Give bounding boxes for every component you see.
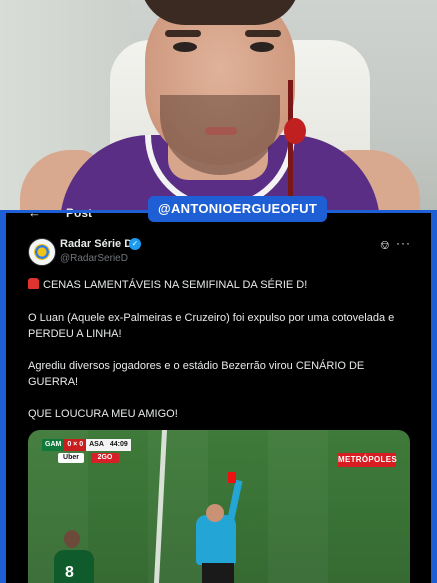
referee-shorts bbox=[202, 563, 234, 583]
police-light-icon bbox=[28, 278, 39, 289]
mic-cord bbox=[288, 80, 293, 210]
right-eye bbox=[250, 42, 274, 52]
red-card-icon bbox=[228, 472, 236, 483]
page-title: Post bbox=[66, 206, 93, 220]
broadcaster-logo: METRÓPOLES bbox=[338, 453, 397, 467]
tweet-paragraph-4: QUE LOUCURA MEU AMIGO! bbox=[28, 408, 178, 420]
player-head bbox=[64, 530, 80, 548]
away-team: ASA bbox=[86, 439, 107, 451]
referee bbox=[196, 515, 236, 565]
webcam-feed bbox=[0, 0, 437, 210]
account-name[interactable]: Radar Série D bbox=[60, 238, 132, 250]
verified-badge-icon: ✓ bbox=[129, 238, 141, 250]
tweet-paragraph-1: CENAS LAMENTÁVEIS NA SEMIFINAL DA SÉRIE … bbox=[28, 277, 416, 293]
left-eyebrow bbox=[165, 30, 201, 37]
player bbox=[54, 550, 94, 583]
radar-logo-icon bbox=[34, 244, 50, 260]
frame-left bbox=[0, 213, 6, 583]
pitch-stripe bbox=[268, 430, 328, 583]
home-team: GAM bbox=[42, 439, 65, 451]
streamer-watermark: @ANTONIOERGUEOFUT bbox=[148, 196, 328, 222]
more-icon[interactable]: ··· bbox=[396, 236, 411, 250]
avatar[interactable] bbox=[28, 238, 56, 266]
sponsor-uber: Uber bbox=[58, 453, 84, 463]
left-eye bbox=[173, 42, 197, 52]
tweet-paragraph-3: Agrediu diversos jogadores e o estádio B… bbox=[28, 360, 365, 388]
lavalier-mic-icon bbox=[284, 118, 306, 144]
mouth bbox=[205, 127, 237, 135]
referee-head bbox=[206, 504, 224, 522]
match-clock: 44:09 bbox=[106, 439, 131, 451]
account-handle[interactable]: @RadarSerieD bbox=[60, 253, 128, 264]
scoreboard: GAM 0 × 0 ASA 44:09 bbox=[42, 439, 131, 451]
frame-right bbox=[431, 213, 437, 583]
grok-icon[interactable]: ⎊ bbox=[380, 238, 390, 253]
right-eyebrow bbox=[245, 30, 281, 37]
score: 0 × 0 bbox=[64, 439, 87, 451]
tweet-media-image[interactable]: GAM 0 × 0 ASA 44:09 Uber 2GO METRÓPOLES … bbox=[28, 430, 410, 583]
player-number: 8 bbox=[65, 564, 74, 581]
sponsor-2go: 2GO bbox=[91, 453, 119, 463]
tweet-paragraph-2: O Luan (Aquele ex-Palmeiras e Cruzeiro) … bbox=[28, 312, 395, 340]
